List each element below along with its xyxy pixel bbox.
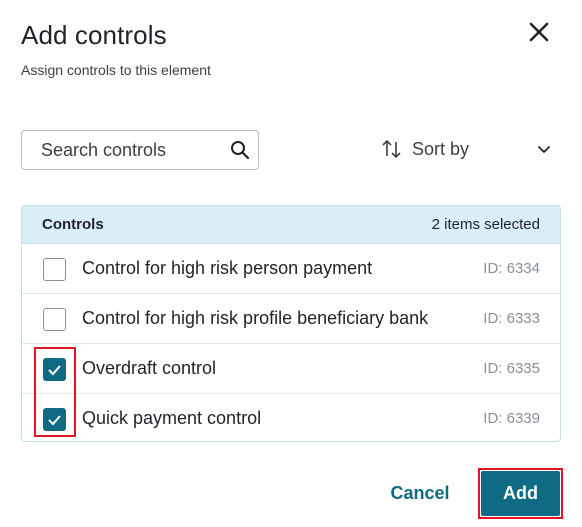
selected-count: 2 items selected [431, 216, 540, 233]
row-label: Control for high risk profile beneficiar… [82, 308, 429, 328]
chevron-down-icon [538, 146, 550, 153]
close-icon [529, 22, 549, 42]
row-label: Quick payment control [82, 408, 262, 428]
row-checkbox[interactable] [43, 308, 66, 331]
row-id: ID: 6339 [483, 410, 540, 427]
row-checkbox[interactable] [43, 358, 66, 381]
dialog-title: Add controls [21, 20, 167, 50]
cancel-button[interactable]: Cancel [380, 474, 460, 512]
search-box [21, 130, 259, 170]
checkmark-icon [48, 415, 61, 426]
close-button[interactable] [526, 19, 552, 45]
checkmark-icon [48, 365, 61, 376]
row-label: Control for high risk person payment [82, 258, 373, 278]
sort-icon [382, 139, 401, 159]
sort-label: Sort by [412, 138, 470, 159]
controls-table: Controls 2 items selected Control for hi… [21, 205, 561, 442]
dialog-subtitle: Assign controls to this element [21, 62, 211, 78]
row-checkbox[interactable] [43, 408, 66, 431]
table-row[interactable]: Control for high risk person payment ID:… [22, 244, 560, 294]
row-checkbox[interactable] [43, 258, 66, 281]
search-input[interactable] [22, 131, 222, 169]
table-row[interactable]: Overdraft control ID: 6335 [22, 344, 560, 394]
table-header-label: Controls [42, 216, 104, 233]
add-button[interactable]: Add [481, 471, 560, 516]
table-row[interactable]: Quick payment control ID: 6339 [22, 394, 560, 441]
table-row[interactable]: Control for high risk profile beneficiar… [22, 294, 560, 344]
add-controls-dialog: Add controls Assign controls to this ele… [0, 0, 582, 527]
row-id: ID: 6335 [483, 360, 540, 377]
row-id: ID: 6333 [483, 310, 540, 327]
search-icon[interactable] [230, 140, 250, 160]
sort-dropdown[interactable]: Sort by [380, 134, 552, 164]
row-id: ID: 6334 [483, 260, 540, 277]
row-label: Overdraft control [82, 358, 217, 378]
table-header: Controls 2 items selected [22, 206, 560, 244]
